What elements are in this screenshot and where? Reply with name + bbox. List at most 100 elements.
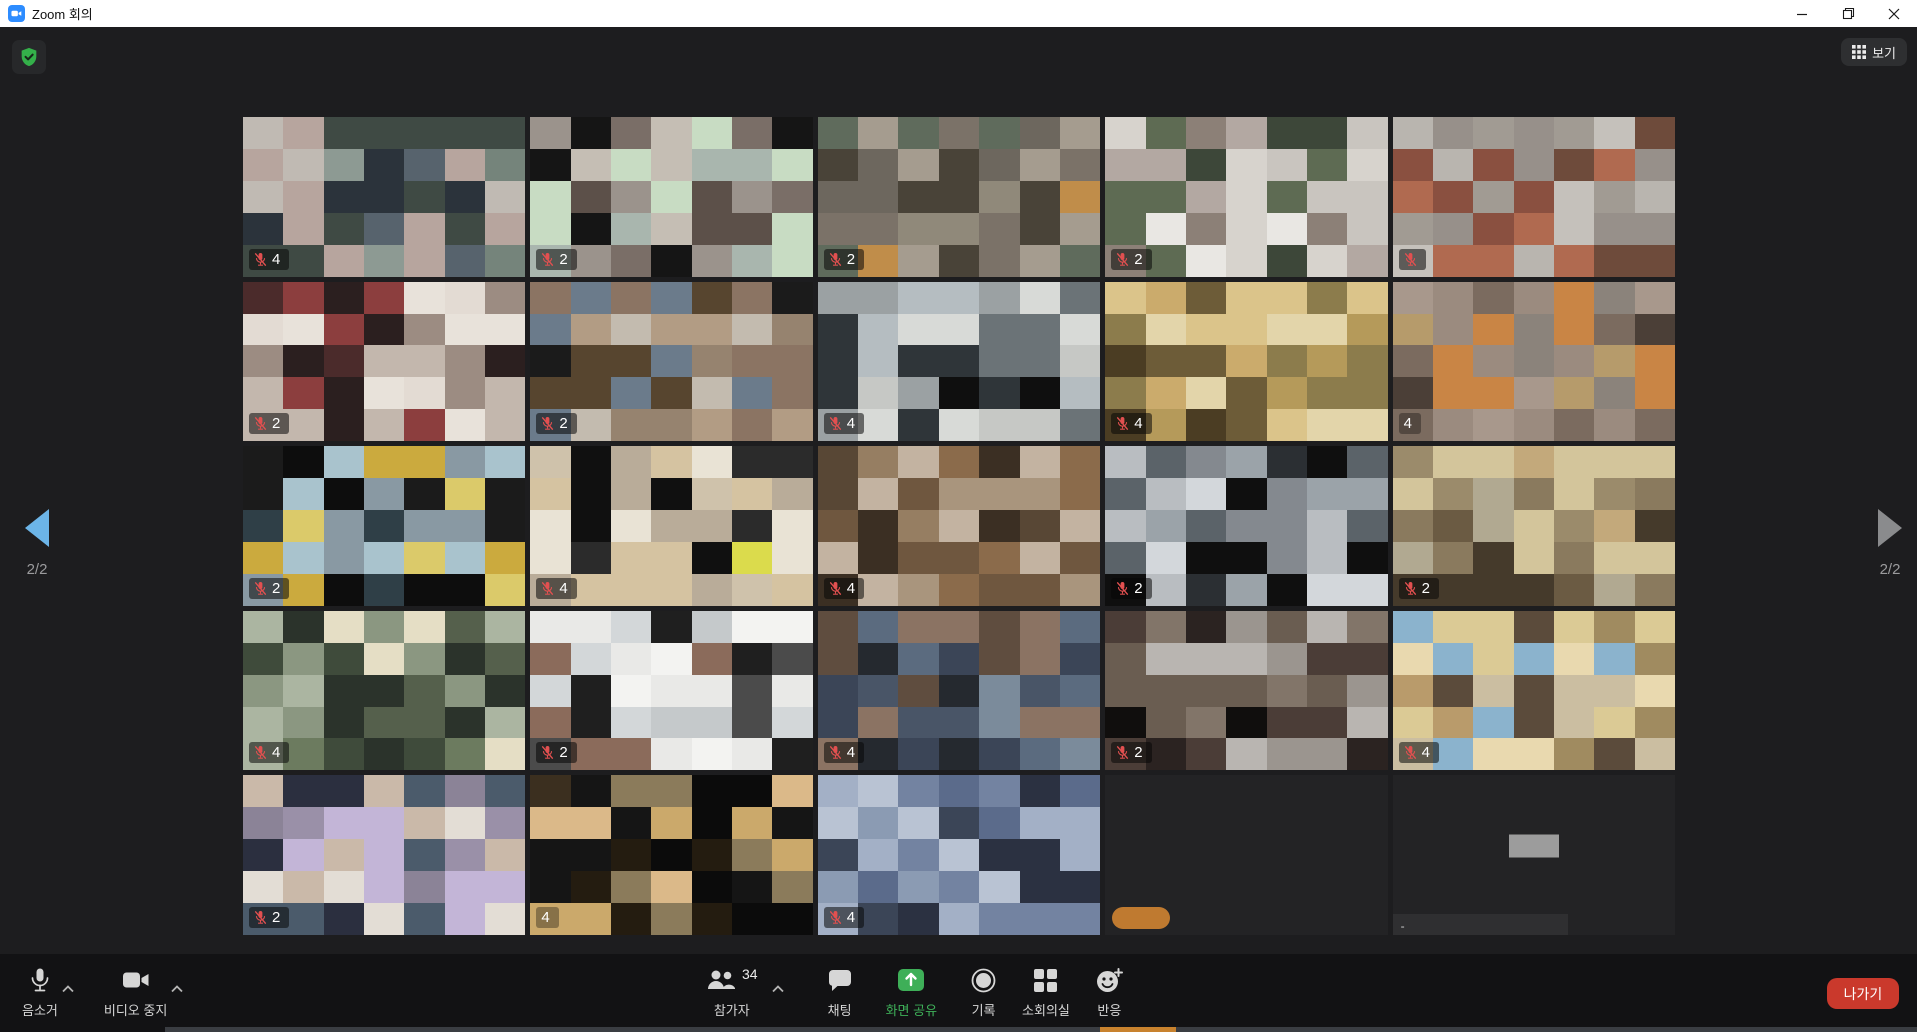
video-tile[interactable]: 2 xyxy=(1105,117,1387,277)
pixel-block xyxy=(364,675,404,707)
pixel-block xyxy=(485,707,525,739)
pixel-block xyxy=(571,871,611,903)
pixel-block xyxy=(939,478,979,510)
pixel-block xyxy=(530,675,570,707)
pixel-block xyxy=(1226,213,1266,245)
pixel-block xyxy=(1226,117,1266,149)
pixel-block xyxy=(611,478,651,510)
pixel-block xyxy=(651,314,691,346)
record-button[interactable]: 기록 xyxy=(971,954,996,1019)
pixel-block xyxy=(1554,345,1594,377)
reactions-button[interactable]: 반응 xyxy=(1096,954,1123,1019)
pixel-block xyxy=(1105,542,1145,574)
pixel-block xyxy=(530,775,570,807)
pixel-block xyxy=(818,643,858,675)
pixel-block xyxy=(1105,377,1145,409)
stop-video-button[interactable]: 비디오 중지 xyxy=(104,954,167,1019)
pixelated-video-feed xyxy=(1393,117,1675,277)
video-tile[interactable]: 4 xyxy=(818,446,1100,606)
video-tile[interactable]: - xyxy=(1393,775,1675,935)
pixel-block xyxy=(732,738,772,770)
video-tile[interactable]: 2 xyxy=(1393,446,1675,606)
pixel-block xyxy=(364,510,404,542)
video-tile[interactable]: 2 xyxy=(243,282,525,442)
pixel-block xyxy=(611,574,651,606)
pixel-block xyxy=(1347,117,1387,149)
pixel-block xyxy=(692,181,732,213)
pixel-block xyxy=(1433,574,1473,606)
breakout-rooms-button[interactable]: 소회의실 xyxy=(1022,954,1070,1019)
mic-muted-icon xyxy=(541,745,554,760)
pixel-block xyxy=(283,314,323,346)
video-tile[interactable]: 2 xyxy=(243,446,525,606)
video-tile[interactable]: 4 xyxy=(1393,282,1675,442)
pixel-block xyxy=(1514,377,1554,409)
video-tile[interactable]: 2 xyxy=(243,775,525,935)
close-button[interactable] xyxy=(1871,0,1917,27)
video-tile[interactable] xyxy=(1105,775,1387,935)
pixel-block xyxy=(772,377,812,409)
video-tile[interactable]: 4 xyxy=(818,282,1100,442)
video-tile[interactable]: 4 xyxy=(1393,611,1675,771)
video-tile[interactable]: 4 xyxy=(243,611,525,771)
video-tile[interactable]: 4 xyxy=(530,775,812,935)
video-tile[interactable]: 4 xyxy=(1105,282,1387,442)
mic-muted-icon xyxy=(254,252,267,267)
share-screen-button[interactable]: 화면 공유 xyxy=(886,954,937,1019)
security-button[interactable] xyxy=(12,40,46,74)
pixel-block xyxy=(243,707,283,739)
mute-options-chevron[interactable] xyxy=(58,954,78,998)
minimize-button[interactable] xyxy=(1779,0,1825,27)
video-tile[interactable]: 2 xyxy=(530,611,812,771)
pixel-block xyxy=(1020,542,1060,574)
video-tile[interactable]: 4 xyxy=(243,117,525,277)
leave-button[interactable]: 나가기 xyxy=(1827,978,1899,1009)
next-page-button[interactable]: 2/2 xyxy=(1878,509,1902,578)
pixel-block xyxy=(485,775,525,807)
pixel-block xyxy=(1347,282,1387,314)
pixel-block xyxy=(611,675,651,707)
pixel-block xyxy=(1060,903,1100,935)
pixel-block xyxy=(1267,409,1307,441)
video-tile[interactable]: 2 xyxy=(818,117,1100,277)
pixel-block xyxy=(571,149,611,181)
pixel-block xyxy=(651,871,691,903)
previous-page-button[interactable]: 2/2 xyxy=(25,509,49,578)
pixel-block xyxy=(1347,345,1387,377)
meeting-main-area: 보기 4222224442442242424244- 2/2 2/2 음소거 xyxy=(0,27,1917,1032)
video-tile[interactable]: 4 xyxy=(818,775,1100,935)
pixel-block xyxy=(651,409,691,441)
pixel-block xyxy=(1347,707,1387,739)
pixel-block xyxy=(939,245,979,277)
pixel-block xyxy=(611,117,651,149)
video-options-chevron[interactable] xyxy=(167,954,187,998)
video-tile[interactable]: 2 xyxy=(530,282,812,442)
pixel-block xyxy=(692,478,732,510)
participant-name: 4 xyxy=(1404,416,1412,431)
pixel-block xyxy=(898,245,938,277)
pixel-block xyxy=(1347,314,1387,346)
video-tile[interactable]: 2 xyxy=(1105,611,1387,771)
video-tile[interactable]: 4 xyxy=(530,446,812,606)
video-tile[interactable]: 2 xyxy=(1105,446,1387,606)
chat-button[interactable]: 채팅 xyxy=(828,954,852,1019)
pixel-block xyxy=(1307,117,1347,149)
pixel-block xyxy=(485,871,525,903)
pixel-block xyxy=(1186,282,1226,314)
restore-button[interactable] xyxy=(1825,0,1871,27)
mute-button[interactable]: 음소거 xyxy=(22,954,58,1019)
pixel-block xyxy=(1433,510,1473,542)
pixel-block xyxy=(858,611,898,643)
view-button[interactable]: 보기 xyxy=(1841,38,1907,66)
pixel-block xyxy=(364,377,404,409)
video-tile[interactable]: 4 xyxy=(818,611,1100,771)
pixel-block xyxy=(243,117,283,149)
pixel-block xyxy=(1186,738,1226,770)
video-tile[interactable]: 2 xyxy=(530,117,812,277)
pixel-block xyxy=(898,377,938,409)
pixel-block xyxy=(939,213,979,245)
video-tile[interactable] xyxy=(1393,117,1675,277)
participants-button[interactable]: 34 참가자 xyxy=(706,954,758,1019)
pixel-block xyxy=(772,345,812,377)
participants-options-chevron[interactable] xyxy=(758,954,788,1019)
